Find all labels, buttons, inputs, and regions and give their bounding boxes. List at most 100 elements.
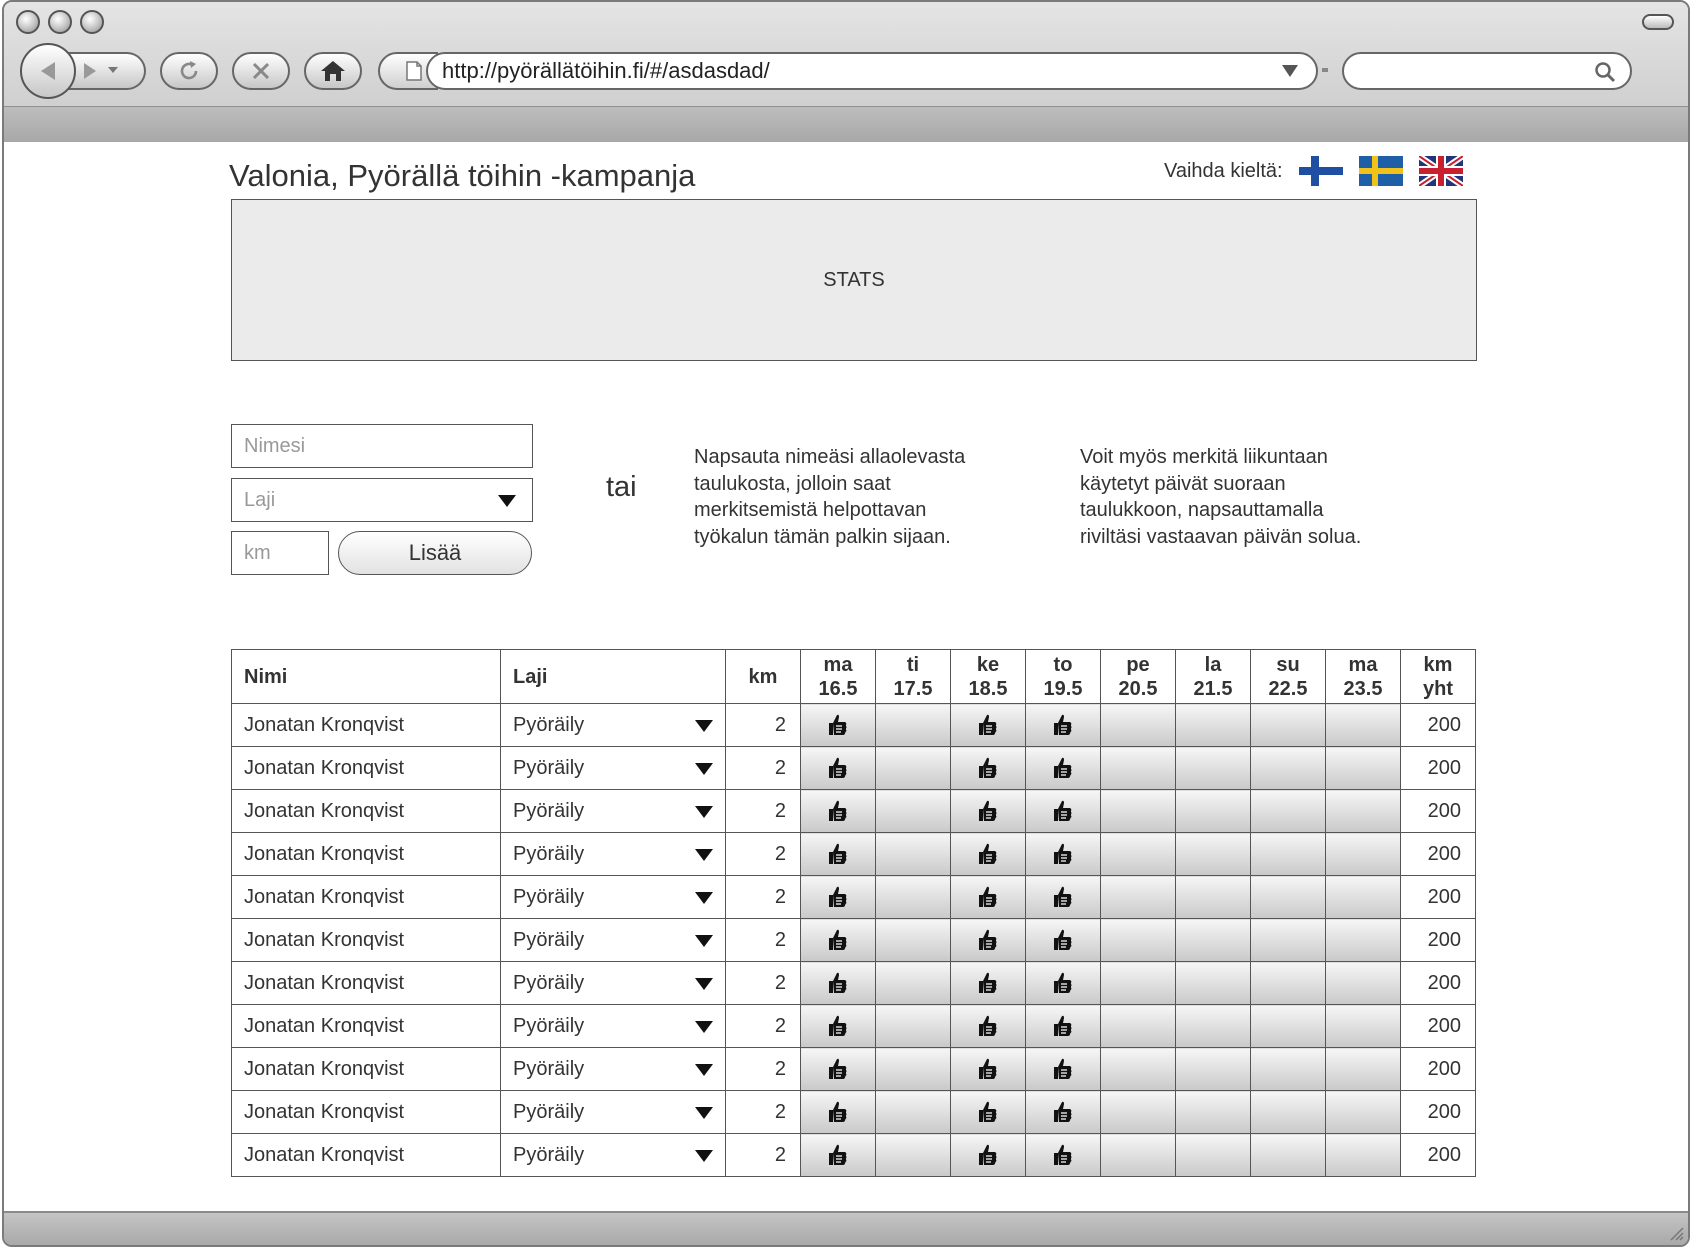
row-laji-select[interactable]: Pyöräily bbox=[500, 1004, 726, 1048]
minimize-window-button[interactable] bbox=[48, 10, 72, 34]
row-day-cell-5[interactable] bbox=[1100, 832, 1176, 876]
row-day-cell-7[interactable] bbox=[1250, 961, 1326, 1005]
row-day-cell-2[interactable] bbox=[875, 1133, 951, 1177]
row-day-cell-7[interactable] bbox=[1250, 746, 1326, 790]
row-day-cell-8[interactable] bbox=[1325, 1004, 1401, 1048]
row-laji-select[interactable]: Pyöräily bbox=[500, 918, 726, 962]
row-day-cell-8[interactable] bbox=[1325, 832, 1401, 876]
row-day-cell-3[interactable] bbox=[950, 875, 1026, 919]
row-day-cell-4[interactable] bbox=[1025, 832, 1101, 876]
browser-search-input[interactable] bbox=[1342, 52, 1632, 90]
row-day-cell-6[interactable] bbox=[1175, 746, 1251, 790]
row-day-cell-1[interactable] bbox=[800, 1004, 876, 1048]
row-day-cell-8[interactable] bbox=[1325, 1047, 1401, 1091]
row-day-cell-8[interactable] bbox=[1325, 746, 1401, 790]
row-day-cell-7[interactable] bbox=[1250, 1133, 1326, 1177]
col-header-day-8[interactable]: ma 23.5 bbox=[1325, 649, 1401, 704]
home-button[interactable] bbox=[304, 52, 362, 90]
row-name-cell[interactable]: Jonatan Kronqvist bbox=[231, 1047, 501, 1091]
row-day-cell-6[interactable] bbox=[1175, 961, 1251, 1005]
row-day-cell-1[interactable] bbox=[800, 703, 876, 747]
row-laji-select[interactable]: Pyöräily bbox=[500, 961, 726, 1005]
back-button[interactable] bbox=[20, 43, 76, 99]
row-laji-select[interactable]: Pyöräily bbox=[500, 1090, 726, 1134]
finnish-flag-icon[interactable] bbox=[1298, 156, 1343, 186]
row-day-cell-2[interactable] bbox=[875, 703, 951, 747]
row-day-cell-8[interactable] bbox=[1325, 918, 1401, 962]
row-day-cell-2[interactable] bbox=[875, 832, 951, 876]
row-day-cell-8[interactable] bbox=[1325, 703, 1401, 747]
row-day-cell-6[interactable] bbox=[1175, 1133, 1251, 1177]
row-day-cell-2[interactable] bbox=[875, 746, 951, 790]
row-day-cell-3[interactable] bbox=[950, 746, 1026, 790]
table-row[interactable]: Jonatan Kronqvist Pyöräily 2 200 bbox=[231, 1133, 1476, 1177]
row-day-cell-3[interactable] bbox=[950, 918, 1026, 962]
row-km-cell[interactable]: 2 bbox=[725, 832, 801, 876]
col-header-laji[interactable]: Laji bbox=[500, 649, 726, 704]
add-button[interactable]: Lisää bbox=[338, 531, 532, 575]
close-window-button[interactable] bbox=[16, 10, 40, 34]
row-day-cell-1[interactable] bbox=[800, 961, 876, 1005]
url-dropdown-icon[interactable] bbox=[1282, 64, 1298, 78]
row-laji-select[interactable]: Pyöräily bbox=[500, 875, 726, 919]
row-km-cell[interactable]: 2 bbox=[725, 918, 801, 962]
toolbar-toggle-button[interactable] bbox=[1642, 14, 1674, 30]
row-name-cell[interactable]: Jonatan Kronqvist bbox=[231, 703, 501, 747]
row-day-cell-2[interactable] bbox=[875, 1090, 951, 1134]
col-header-day-4[interactable]: to 19.5 bbox=[1025, 649, 1101, 704]
row-day-cell-6[interactable] bbox=[1175, 832, 1251, 876]
row-day-cell-3[interactable] bbox=[950, 1047, 1026, 1091]
row-day-cell-5[interactable] bbox=[1100, 1004, 1176, 1048]
row-day-cell-5[interactable] bbox=[1100, 875, 1176, 919]
row-day-cell-6[interactable] bbox=[1175, 703, 1251, 747]
row-km-cell[interactable]: 2 bbox=[725, 1090, 801, 1134]
row-day-cell-1[interactable] bbox=[800, 789, 876, 833]
col-header-day-1[interactable]: ma 16.5 bbox=[800, 649, 876, 704]
row-name-cell[interactable]: Jonatan Kronqvist bbox=[231, 875, 501, 919]
row-km-cell[interactable]: 2 bbox=[725, 703, 801, 747]
zoom-window-button[interactable] bbox=[80, 10, 104, 34]
table-row[interactable]: Jonatan Kronqvist Pyöräily 2 200 bbox=[231, 789, 1476, 833]
row-km-cell[interactable]: 2 bbox=[725, 961, 801, 1005]
row-day-cell-1[interactable] bbox=[800, 746, 876, 790]
row-day-cell-5[interactable] bbox=[1100, 703, 1176, 747]
col-header-day-2[interactable]: ti 17.5 bbox=[875, 649, 951, 704]
table-row[interactable]: Jonatan Kronqvist Pyöräily 2 200 bbox=[231, 961, 1476, 1005]
row-name-cell[interactable]: Jonatan Kronqvist bbox=[231, 961, 501, 1005]
row-day-cell-4[interactable] bbox=[1025, 1004, 1101, 1048]
uk-flag-icon[interactable] bbox=[1418, 156, 1463, 186]
row-day-cell-6[interactable] bbox=[1175, 1047, 1251, 1091]
table-row[interactable]: Jonatan Kronqvist Pyöräily 2 200 bbox=[231, 746, 1476, 790]
row-day-cell-7[interactable] bbox=[1250, 789, 1326, 833]
history-dropdown-icon[interactable] bbox=[108, 67, 118, 75]
url-input[interactable]: http://pyörällätöihin.fi/#/asdasdad/ bbox=[426, 52, 1318, 90]
row-day-cell-2[interactable] bbox=[875, 875, 951, 919]
row-day-cell-8[interactable] bbox=[1325, 961, 1401, 1005]
row-laji-select[interactable]: Pyöräily bbox=[500, 1047, 726, 1091]
row-day-cell-5[interactable] bbox=[1100, 918, 1176, 962]
row-day-cell-3[interactable] bbox=[950, 1133, 1026, 1177]
row-day-cell-7[interactable] bbox=[1250, 1090, 1326, 1134]
row-day-cell-7[interactable] bbox=[1250, 875, 1326, 919]
row-day-cell-5[interactable] bbox=[1100, 746, 1176, 790]
row-day-cell-4[interactable] bbox=[1025, 789, 1101, 833]
row-day-cell-7[interactable] bbox=[1250, 1004, 1326, 1048]
row-laji-select[interactable]: Pyöräily bbox=[500, 789, 726, 833]
row-day-cell-7[interactable] bbox=[1250, 1047, 1326, 1091]
row-km-cell[interactable]: 2 bbox=[725, 789, 801, 833]
row-day-cell-2[interactable] bbox=[875, 1004, 951, 1048]
stop-button[interactable] bbox=[232, 52, 290, 90]
col-header-name[interactable]: Nimi bbox=[231, 649, 501, 704]
row-day-cell-4[interactable] bbox=[1025, 1133, 1101, 1177]
row-day-cell-2[interactable] bbox=[875, 1047, 951, 1091]
row-day-cell-7[interactable] bbox=[1250, 918, 1326, 962]
row-day-cell-3[interactable] bbox=[950, 703, 1026, 747]
row-day-cell-6[interactable] bbox=[1175, 875, 1251, 919]
row-day-cell-5[interactable] bbox=[1100, 961, 1176, 1005]
row-day-cell-1[interactable] bbox=[800, 918, 876, 962]
row-day-cell-1[interactable] bbox=[800, 1090, 876, 1134]
row-day-cell-8[interactable] bbox=[1325, 1133, 1401, 1177]
row-day-cell-3[interactable] bbox=[950, 789, 1026, 833]
col-header-day-5[interactable]: pe 20.5 bbox=[1100, 649, 1176, 704]
row-day-cell-7[interactable] bbox=[1250, 832, 1326, 876]
